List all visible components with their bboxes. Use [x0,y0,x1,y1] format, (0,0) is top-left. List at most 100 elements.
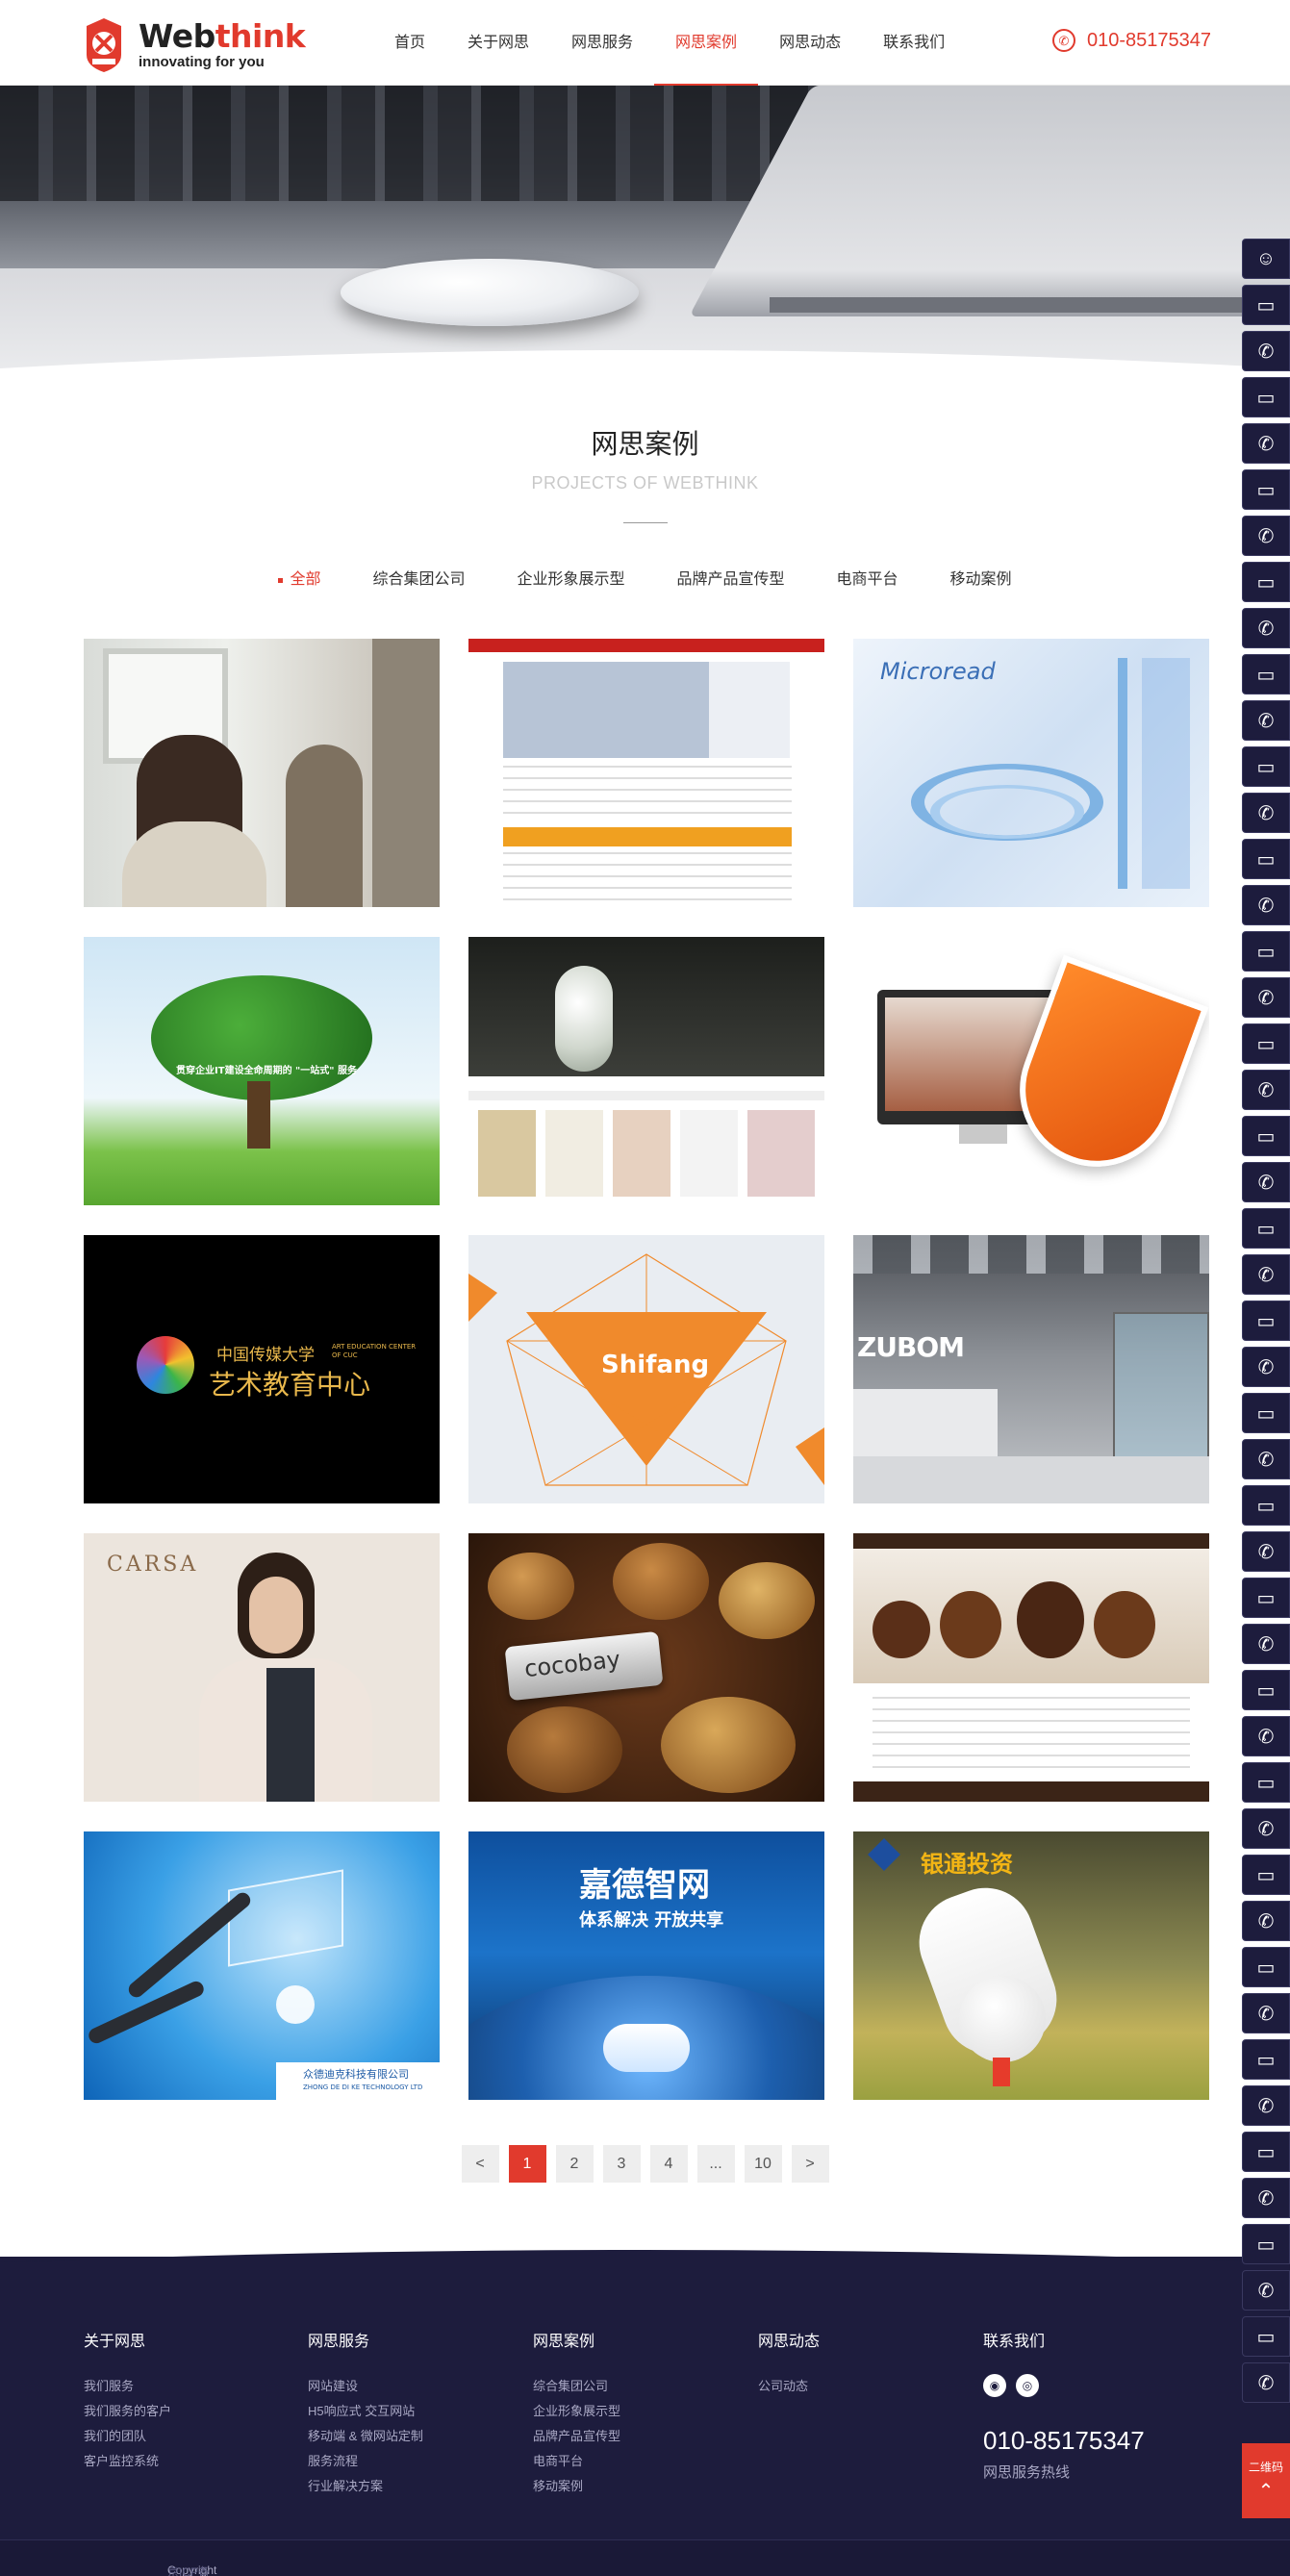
phone-icon[interactable]: ✆ [1242,2085,1290,2126]
chat-icon[interactable]: ▭ [1242,746,1290,787]
pagination-page-2[interactable]: 2 [555,2145,594,2183]
phone-icon[interactable]: ✆ [1242,793,1290,833]
case-card-14[interactable]: 嘉德智网 体系解决 开放共享 [468,1831,824,2100]
chat-icon[interactable]: ▭ [1242,285,1290,325]
footer-link[interactable]: 我们的团队 [84,2424,171,2449]
case-card-8[interactable]: Shifang [468,1235,824,1503]
case-card-9[interactable]: ZUBOM [853,1235,1209,1503]
nav-contact[interactable]: 联系我们 [862,0,966,86]
footer-link[interactable]: 网站建设 [308,2374,423,2399]
case-card-4[interactable]: 贯穿企业IT建设全命周期的 "一站式" 服务 [84,937,440,1205]
case-card-13[interactable]: 众德迪克科技有限公司 ZHONG DE DI KE TECHNOLOGY LTD [84,1831,440,2100]
footer-link[interactable]: 企业形象展示型 [533,2399,620,2424]
filter-brand[interactable]: 品牌产品宣传型 [677,568,785,593]
phone-icon[interactable]: ✆ [1242,1531,1290,1572]
footer-link[interactable]: H5响应式 交互网站 [308,2399,423,2424]
chat-icon[interactable]: ▭ [1242,469,1290,510]
filter-mobile[interactable]: 移动案例 [950,568,1012,593]
wechat-icon[interactable]: ◉ [983,2374,1006,2397]
filter-ecommerce[interactable]: 电商平台 [837,568,898,593]
nav-about[interactable]: 关于网思 [446,0,550,86]
pagination-next[interactable]: > [791,2145,829,2183]
nav-news[interactable]: 网思动态 [758,0,862,86]
case-card-1[interactable] [84,639,440,907]
chat-icon[interactable]: ▭ [1242,654,1290,695]
case-card-12[interactable] [853,1533,1209,1802]
header-phone[interactable]: ✆ 010-85175347 [1052,29,1211,52]
footer-link[interactable]: 综合集团公司 [533,2374,620,2399]
chat-icon[interactable]: ▭ [1242,1208,1290,1249]
phone-icon[interactable]: ✆ [1242,331,1290,371]
footer-link[interactable]: 公司动态 [758,2374,820,2399]
phone-icon[interactable]: ✆ [1242,700,1290,741]
chat-icon[interactable]: ▭ [1242,1301,1290,1341]
case-card-2[interactable] [468,639,824,907]
phone-icon[interactable]: ✆ [1242,1901,1290,1941]
chat-icon[interactable]: ▭ [1242,1578,1290,1618]
chat-icon[interactable]: ▭ [1242,839,1290,879]
phone-icon[interactable]: ✆ [1242,1439,1290,1479]
chat-icon[interactable]: ▭ [1242,2039,1290,2080]
filter-group[interactable]: 综合集团公司 [372,568,465,593]
weibo-icon[interactable]: ◎ [1016,2374,1039,2397]
chat-icon[interactable]: ▭ [1242,377,1290,417]
phone-icon[interactable]: ✆ [1242,423,1290,464]
chat-icon[interactable]: ▭ [1242,1393,1290,1433]
phone-icon[interactable]: ✆ [1242,1070,1290,1110]
pagination-page-3[interactable]: 3 [602,2145,641,2183]
nav-home[interactable]: 首页 [373,0,446,86]
phone-icon[interactable]: ✆ [1242,1624,1290,1664]
footer-icp[interactable]: 京ICP备07017563号 百度统计 [167,2563,218,2576]
phone-icon[interactable]: ✆ [1242,2362,1290,2403]
chat-icon[interactable]: ▭ [1242,2316,1290,2357]
nav-services[interactable]: 网思服务 [550,0,654,86]
phone-icon[interactable]: ✆ [1242,885,1290,925]
case-card-15[interactable]: 银通投资 [853,1831,1209,2100]
footer-link[interactable]: 电商平台 [533,2449,620,2474]
phone-icon[interactable]: ✆ [1242,2270,1290,2311]
filter-corporate[interactable]: 企业形象展示型 [517,568,624,593]
phone-icon[interactable]: ✆ [1242,1254,1290,1295]
chat-icon[interactable]: ▭ [1242,931,1290,972]
pagination-page-10[interactable]: 10 [744,2145,782,2183]
footer-link[interactable]: 品牌产品宣传型 [533,2424,620,2449]
case-card-6[interactable] [853,937,1209,1205]
chat-icon[interactable]: ▭ [1242,1116,1290,1156]
phone-icon[interactable]: ✆ [1242,1162,1290,1202]
footer-link[interactable]: 服务流程 [308,2449,423,2474]
phone-icon[interactable]: ✆ [1242,2178,1290,2218]
case-card-3[interactable]: Microread [853,639,1209,907]
case-card-7[interactable]: 中国传媒大学 艺术教育中心 ART EDUCATION CENTER OF CU… [84,1235,440,1503]
chat-icon[interactable]: ▭ [1242,1855,1290,1895]
pagination-page-1[interactable]: 1 [508,2145,546,2183]
logo[interactable]: Webthink innovating for you [83,12,314,79]
chat-icon[interactable]: ▭ [1242,1485,1290,1526]
back-to-top-button[interactable]: 二维码 ⌃ [1242,2443,1290,2518]
phone-icon[interactable]: ✆ [1242,977,1290,1018]
phone-icon[interactable]: ✆ [1242,1808,1290,1849]
filter-all[interactable]: 全部 [278,568,320,593]
phone-icon[interactable]: ✆ [1242,1993,1290,2033]
nav-cases[interactable]: 网思案例 [654,0,759,87]
case-card-5[interactable] [468,937,824,1205]
chat-icon[interactable]: ▭ [1242,2132,1290,2172]
chat-icon[interactable]: ▭ [1242,2224,1290,2264]
chat-icon[interactable]: ▭ [1242,1670,1290,1710]
phone-icon[interactable]: ✆ [1242,516,1290,556]
qq-icon[interactable]: ☺ [1242,239,1290,279]
footer-link[interactable]: 我们服务 [84,2374,171,2399]
footer-link[interactable]: 行业解决方案 [308,2474,423,2499]
phone-icon[interactable]: ✆ [1242,1347,1290,1387]
pagination-page-4[interactable]: 4 [649,2145,688,2183]
pagination-prev[interactable]: < [461,2145,499,2183]
footer-link[interactable]: 我们服务的客户 [84,2399,171,2424]
footer-link[interactable]: 移动案例 [533,2474,620,2499]
chat-icon[interactable]: ▭ [1242,1762,1290,1803]
phone-icon[interactable]: ✆ [1242,608,1290,648]
case-card-11[interactable]: cocobay [468,1533,824,1802]
phone-icon[interactable]: ✆ [1242,1716,1290,1756]
chat-icon[interactable]: ▭ [1242,562,1290,602]
footer-link[interactable]: 客户监控系统 [84,2449,171,2474]
footer-link[interactable]: 移动端 & 微网站定制 [308,2424,423,2449]
chat-icon[interactable]: ▭ [1242,1023,1290,1064]
